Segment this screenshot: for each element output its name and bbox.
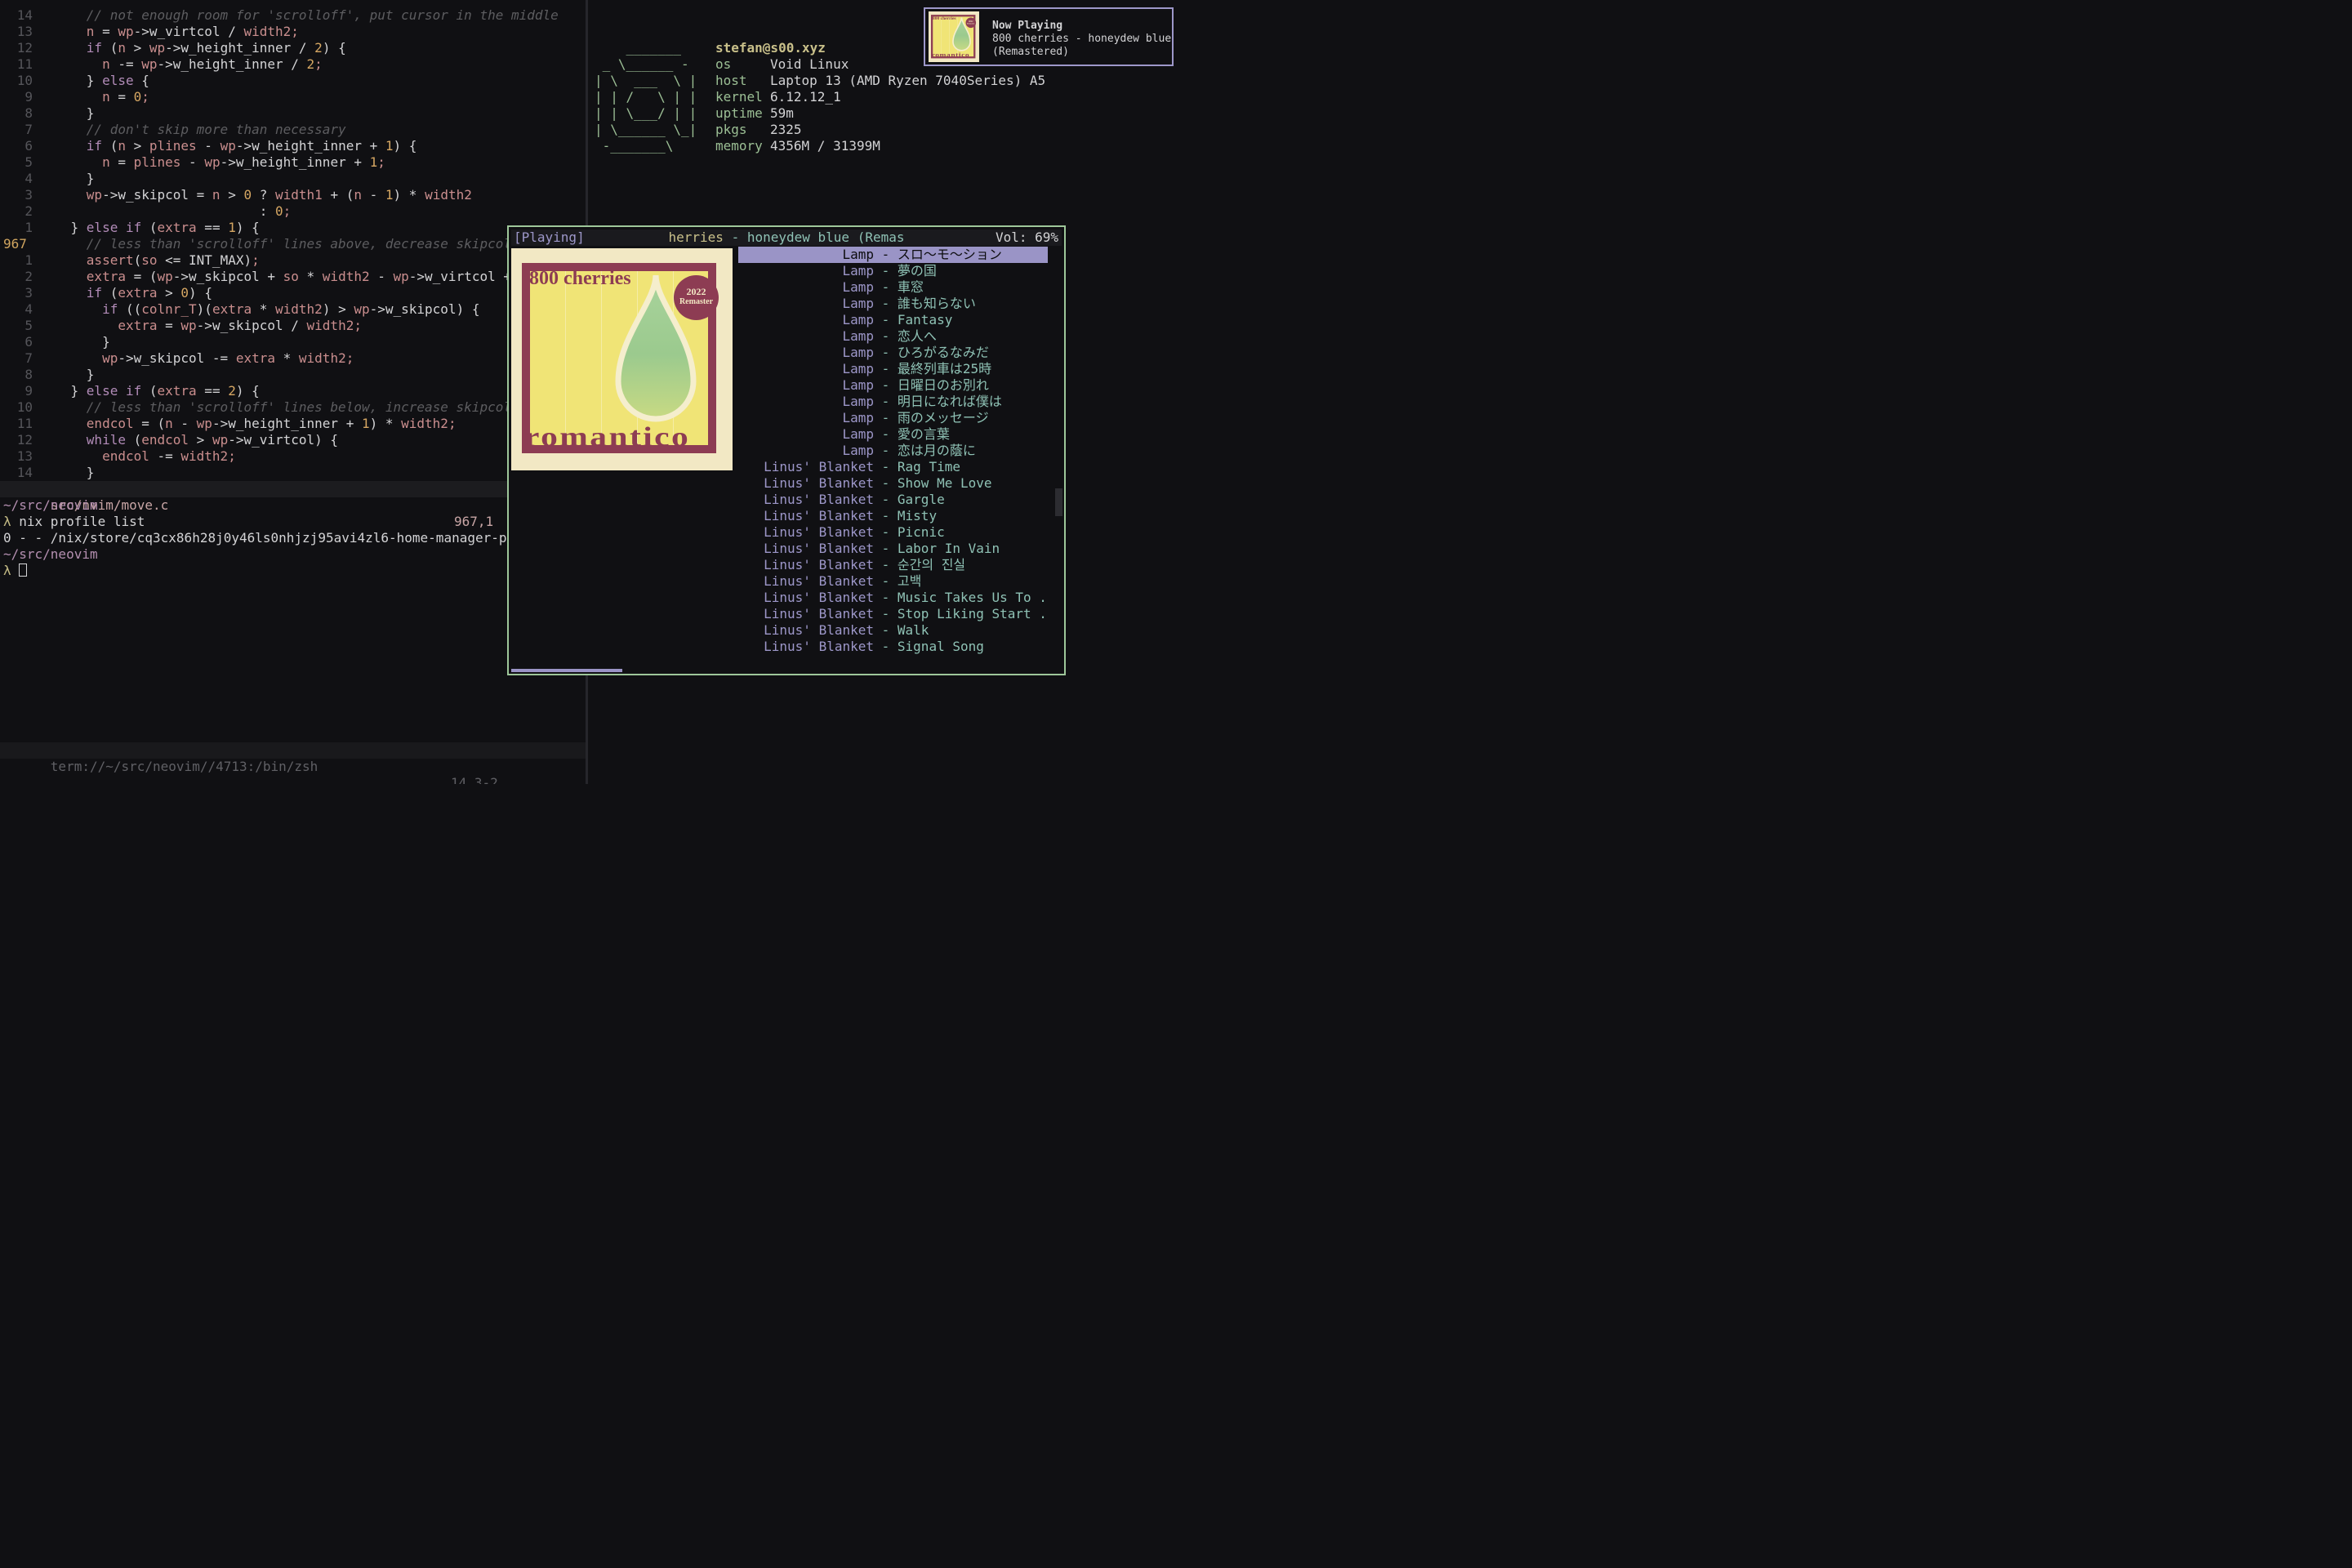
code-line[interactable]: 8 } [0, 367, 586, 383]
player-progress-fill[interactable] [511, 669, 622, 672]
playlist-item[interactable]: Lamp - 明日になれば僕は [738, 394, 1048, 410]
code-line[interactable]: 13 endcol -= width2; [0, 448, 586, 465]
playlist-item[interactable]: Linus' Blanket - Labor In Vain [738, 541, 1048, 557]
terminal-line: λ [0, 563, 586, 579]
notification-album-thumbnail: 2022 Remaster 800 cherries romantico [929, 11, 979, 62]
code-line[interactable]: 12 while (endcol > wp->w_virtcol) { [0, 432, 586, 448]
playlist-item[interactable]: Linus' Blanket - Signal Song [738, 639, 1048, 655]
code-line[interactable]: 9 n = 0; [0, 89, 586, 105]
code-line[interactable]: 14 // not enough room for 'scrolloff', p… [0, 7, 586, 24]
code-line[interactable]: 2 extra = (wp->w_skipcol + so * width2 -… [0, 269, 586, 285]
album-title-label: romantico [524, 425, 690, 451]
terminal-line: ~/src/neovim [0, 546, 586, 563]
playlist-item[interactable]: Linus' Blanket - Walk [738, 622, 1048, 639]
terminal-cursor [19, 564, 27, 577]
playlist-item[interactable]: Linus' Blanket - Stop Liking Start ... [738, 606, 1048, 622]
pfetch-row: | \ ___ \ |hostLaptop 13 (AMD Ryzen 7040… [595, 73, 1176, 89]
code-line[interactable]: 7 wp->w_skipcol -= extra * width2; [0, 350, 586, 367]
code-line[interactable]: 1 } else if (extra == 1) { [0, 220, 586, 236]
music-player-window[interactable]: [Playing] herries - honeydew blue (Remas… [507, 225, 1066, 675]
playlist-item[interactable]: Lamp - 恋は月の蔭に [738, 443, 1048, 459]
code-line[interactable]: 967 // less than 'scrolloff' lines above… [0, 236, 586, 252]
code-line[interactable]: 8 } [0, 105, 586, 122]
playlist-item[interactable]: Lamp - 雨のメッセージ [738, 410, 1048, 426]
playlist-item[interactable]: Lamp - Fantasy [738, 312, 1048, 328]
remaster-badge: 2022 Remaster [674, 275, 719, 320]
code-line[interactable]: 3 if (extra > 0) { [0, 285, 586, 301]
pfetch-row: | | / \ | |kernel6.12.12_1 [595, 89, 1176, 105]
terminal-line: ~/src/neovim [0, 497, 586, 514]
code-line[interactable]: 5 n = plines - wp->w_height_inner + 1; [0, 154, 586, 171]
code-line[interactable]: 7 // don't skip more than necessary [0, 122, 586, 138]
blank-line [595, 154, 1176, 171]
playlist-item[interactable]: Lamp - 車窓 [738, 279, 1048, 296]
notification-text: Now Playing 800 cherries - honeydew blue… [992, 20, 1171, 59]
statusline-terminal-position: 14,3-2 [451, 775, 498, 784]
code-line[interactable]: 11 n -= wp->w_height_inner / 2; [0, 56, 586, 73]
playlist-item[interactable]: Lamp - 日曜日のお別れ [738, 377, 1048, 394]
playlist-scrollbar[interactable] [1055, 488, 1062, 516]
playlist-item[interactable]: Linus' Blanket - Rag Time [738, 459, 1048, 475]
playlist-item[interactable]: Lamp - 夢の国 [738, 263, 1048, 279]
code-line[interactable]: 6 if (n > plines - wp->w_height_inner + … [0, 138, 586, 154]
code-line[interactable]: 12 if (n > wp->w_height_inner / 2) { [0, 40, 586, 56]
statusline-terminal: term://~/src/neovim//4713:/bin/zsh 14,3-… [0, 742, 586, 759]
volume-indicator: Vol: 69% [996, 229, 1058, 246]
code-line[interactable]: 5 extra = wp->w_skipcol / width2; [0, 318, 586, 334]
now-playing-title: herries - honeydew blue (Remas [511, 229, 1062, 246]
playlist-item[interactable]: Lamp - ひろがるなみだ [738, 345, 1048, 361]
pfetch-row: | \______ \_|pkgs2325 [595, 122, 1176, 138]
playlist-item[interactable]: Lamp - スロ〜モ〜ション [738, 247, 1048, 263]
playlist-item[interactable]: Linus' Blanket - Show Me Love [738, 475, 1048, 492]
code-line[interactable]: 11 endcol = (n - wp->w_height_inner + 1)… [0, 416, 586, 432]
playlist-item[interactable]: Lamp - 愛の言葉 [738, 426, 1048, 443]
playlist[interactable]: Lamp - スロ〜モ〜ションLamp - 夢の国Lamp - 車窓Lamp -… [738, 247, 1048, 655]
playlist-item[interactable]: Linus' Blanket - Music Takes Us To ... [738, 590, 1048, 606]
playlist-item[interactable]: Linus' Blanket - 고백 [738, 573, 1048, 590]
statusline-terminal-title: term://~/src/neovim//4713:/bin/zsh [47, 759, 318, 774]
code-line[interactable]: 10 } else { [0, 73, 586, 89]
player-header: [Playing] herries - honeydew blue (Remas… [511, 229, 1062, 246]
playlist-item[interactable]: Linus' Blanket - Picnic [738, 524, 1048, 541]
playlist-item[interactable]: Linus' Blanket - 순간의 진실 [738, 557, 1048, 573]
code-line[interactable]: 6 } [0, 334, 586, 350]
neovim-pane[interactable]: 14 // not enough room for 'scrolloff', p… [0, 0, 586, 784]
code-line[interactable]: 14 } [0, 465, 586, 481]
playlist-item[interactable]: Lamp - 誰も知らない [738, 296, 1048, 312]
code-line[interactable]: 4 if ((colnr_T)(extra * width2) > wp->w_… [0, 301, 586, 318]
notification-song: 800 cherries - honeydew blue [992, 33, 1171, 46]
code-line[interactable]: 4 } [0, 171, 586, 187]
embedded-terminal[interactable]: ~/src/neovimλ nix profile list0 - - /nix… [0, 497, 586, 579]
desktop: 14 // not enough room for 'scrolloff', p… [0, 0, 1176, 784]
playlist-item[interactable]: Lamp - 最終列車は25時 [738, 361, 1048, 377]
playlist-item[interactable]: Linus' Blanket - Misty [738, 508, 1048, 524]
terminal-line: 0 - - /nix/store/cq3cx86h28j0y46ls0nhjzj… [0, 530, 586, 546]
playlist-item[interactable]: Linus' Blanket - Gargle [738, 492, 1048, 508]
statusline-file: src/nvim/move.c 967,1 [0, 481, 586, 497]
shell-prompt-line[interactable]: λ [595, 187, 1176, 203]
pfetch-row: | | \___/ | |uptime59m [595, 105, 1176, 122]
code-line[interactable]: 2 : 0; [0, 203, 586, 220]
code-line[interactable]: 1 assert(so <= INT_MAX); [0, 252, 586, 269]
album-art: 2022 Remaster 800 cherries romantico [511, 248, 733, 470]
pfetch-row: -_______\memory4356M / 31399M [595, 138, 1176, 154]
shell-cwd: ~ [595, 171, 1176, 187]
album-artist-label: 800 cherries [529, 268, 631, 290]
code-line[interactable]: 3 wp->w_skipcol = n > 0 ? width1 + (n - … [0, 187, 586, 203]
now-playing-notification[interactable]: 2022 Remaster 800 cherries romantico Now… [924, 7, 1174, 66]
notification-song-suffix: (Remastered) [992, 46, 1171, 59]
terminal-line: λ nix profile list [0, 514, 586, 530]
playlist-item[interactable]: Lamp - 恋人へ [738, 328, 1048, 345]
code-line[interactable]: 10 // less than 'scrolloff' lines below,… [0, 399, 586, 416]
code-editor[interactable]: 14 // not enough room for 'scrolloff', p… [0, 7, 586, 481]
remaster-badge: 2022 Remaster [966, 18, 977, 29]
code-line[interactable]: 13 n = wp->w_virtcol / width2; [0, 24, 586, 40]
code-line[interactable]: 9 } else if (extra == 2) { [0, 383, 586, 399]
notification-heading: Now Playing [992, 20, 1171, 33]
